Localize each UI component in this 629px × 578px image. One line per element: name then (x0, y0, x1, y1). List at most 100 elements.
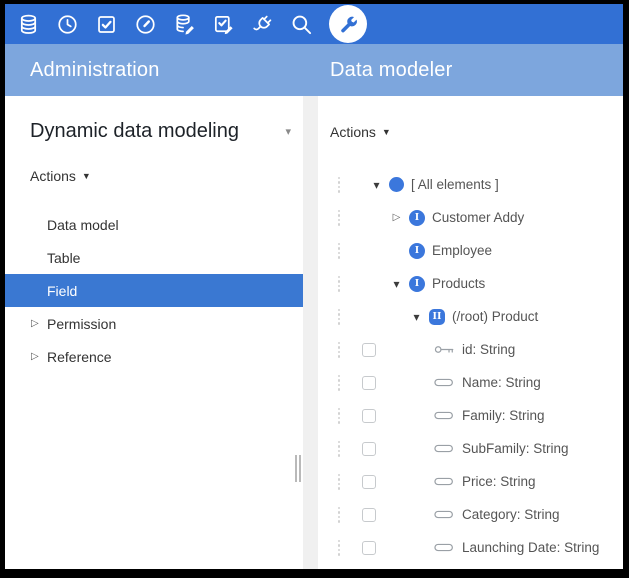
panel-headers: Administration Data modeler (5, 44, 623, 96)
field-checkbox[interactable] (362, 376, 376, 390)
search-icon[interactable] (290, 13, 313, 36)
field-icon (434, 409, 455, 422)
indent-spacer (344, 448, 362, 449)
entity-one-icon: I (409, 276, 425, 292)
field-checkbox[interactable] (362, 475, 376, 489)
drag-handle-icon[interactable] (334, 408, 344, 424)
tree-label[interactable]: [ All elements ] (411, 177, 499, 192)
app-window: Administration Data modeler Dynamic data… (5, 4, 623, 569)
indent-spacer (344, 217, 390, 218)
tree-label[interactable]: Launching Date: String (462, 540, 599, 555)
checkbox-icon[interactable] (95, 13, 118, 36)
tree-row: id: String (318, 333, 623, 366)
expand-triangle-icon[interactable]: ▷ (31, 351, 47, 362)
collapse-triangle-icon[interactable]: ▾ (390, 277, 403, 291)
tree-label[interactable]: id: String (462, 342, 515, 357)
drag-handle-icon[interactable] (334, 342, 344, 358)
clock-icon[interactable] (56, 13, 79, 36)
tree-label[interactable]: Price: String (462, 474, 536, 489)
sidebar-item-reference[interactable]: ▷Reference (5, 340, 303, 373)
field-checkbox[interactable] (362, 343, 376, 357)
tree-row: Family: String (318, 399, 623, 432)
tree-label[interactable]: Customer Addy (432, 210, 524, 225)
expand-triangle-icon[interactable]: ▷ (31, 318, 47, 329)
page-title-dropdown[interactable]: Dynamic data modeling ▾ (5, 116, 303, 146)
indent-spacer (344, 184, 370, 185)
tree-row: Price: String (318, 465, 623, 498)
checkbox-edit-icon[interactable] (212, 13, 235, 36)
field-checkbox[interactable] (362, 409, 376, 423)
indent-spacer (344, 250, 390, 251)
tree-label[interactable]: Employee (432, 243, 492, 258)
tree-row: Name: String (318, 366, 623, 399)
sidebar-item-label: Data model (47, 217, 119, 233)
data-modeler-panel: Actions ▼ ▾ [ All elements ] ▷ I Customer Ad… (318, 96, 623, 569)
field-checkbox[interactable] (362, 541, 376, 555)
drag-handle-icon[interactable] (334, 276, 344, 292)
collapse-triangle-icon[interactable]: ▾ (410, 310, 423, 324)
key-icon (434, 343, 455, 356)
administration-panel: Dynamic data modeling ▾ Actions ▼ Data m… (5, 96, 303, 569)
administration-header: Administration (30, 44, 160, 96)
field-checkbox[interactable] (362, 442, 376, 456)
indent-spacer (344, 514, 362, 515)
wrench-icon[interactable] (329, 5, 367, 43)
indent-spacer (344, 382, 362, 383)
entity-two-icon: II (429, 309, 445, 325)
sidebar-item-label: Permission (47, 316, 116, 332)
tree-label[interactable]: SubFamily: String (462, 441, 569, 456)
drag-handle-icon[interactable] (334, 210, 344, 226)
indent-spacer (344, 283, 390, 284)
sidebar-menu: Data modelTableField▷Permission▷Referenc… (5, 208, 303, 373)
gauge-icon[interactable] (134, 13, 157, 36)
sidebar-item-label: Reference (47, 349, 112, 365)
drag-handle-icon[interactable] (334, 375, 344, 391)
title-chevron-down-icon[interactable]: ▾ (285, 125, 291, 138)
expand-triangle-icon[interactable]: ▷ (390, 212, 403, 223)
indent-spacer (376, 448, 428, 449)
panel-resize-grip[interactable] (295, 455, 301, 482)
indent-spacer (376, 415, 428, 416)
actions-chevron-down-icon: ▼ (382, 127, 391, 137)
tree-label[interactable]: Family: String (462, 408, 545, 423)
tree-label[interactable]: (/root) Product (452, 309, 538, 324)
database-edit-icon[interactable] (173, 13, 196, 36)
indent-spacer (376, 481, 428, 482)
tree-actions-button[interactable]: Actions ▼ (330, 124, 391, 140)
drag-handle-icon[interactable] (334, 441, 344, 457)
data-modeler-header: Data modeler (330, 44, 452, 96)
data-model-tree: ▾ [ All elements ] ▷ I Customer Addy I Employe… (318, 168, 623, 564)
database-icon[interactable] (17, 13, 40, 36)
sidebar-actions-button[interactable]: Actions ▼ (30, 168, 91, 184)
drag-handle-icon[interactable] (334, 474, 344, 490)
tree-row: ▷ I Customer Addy (318, 201, 623, 234)
sidebar-item-permission[interactable]: ▷Permission (5, 307, 303, 340)
indent-spacer (376, 349, 428, 350)
indent-spacer (344, 481, 362, 482)
tree-row: Launching Date: String (318, 531, 623, 564)
sidebar-item-table[interactable]: Table (5, 241, 303, 274)
drag-handle-icon[interactable] (334, 507, 344, 523)
field-checkbox[interactable] (362, 508, 376, 522)
field-icon (434, 442, 455, 455)
tree-actions-label: Actions (330, 124, 376, 140)
tree-label[interactable]: Category: String (462, 507, 560, 522)
field-icon (434, 475, 455, 488)
tree-label[interactable]: Products (432, 276, 485, 291)
entity-one-icon: I (409, 210, 425, 226)
sidebar-item-field[interactable]: Field (5, 274, 303, 307)
sidebar-item-data-model[interactable]: Data model (5, 208, 303, 241)
tree-row: ▾ [ All elements ] (318, 168, 623, 201)
main-body: Dynamic data modeling ▾ Actions ▼ Data m… (5, 96, 623, 569)
entity-one-icon: I (409, 243, 425, 259)
collapse-triangle-icon[interactable]: ▾ (370, 178, 383, 192)
tree-label[interactable]: Name: String (462, 375, 541, 390)
window-frame: Administration Data modeler Dynamic data… (0, 0, 629, 578)
drag-handle-icon[interactable] (334, 540, 344, 556)
drag-handle-icon[interactable] (334, 177, 344, 193)
drag-handle-icon[interactable] (334, 243, 344, 259)
indent-spacer (376, 382, 428, 383)
drag-handle-icon[interactable] (334, 309, 344, 325)
indent-spacer (344, 316, 410, 317)
plug-icon[interactable] (251, 13, 274, 36)
